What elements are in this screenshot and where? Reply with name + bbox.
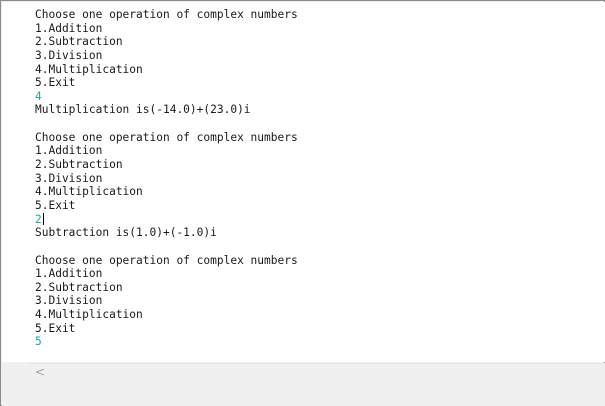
user-input: 5 — [35, 335, 42, 349]
menu-title: Choose one operation of complex numbers — [35, 8, 298, 21]
option-multiplication: 4.Multiplication — [35, 62, 143, 76]
window-bottom-panel — [2, 381, 605, 406]
user-input-row: 2 — [35, 212, 298, 227]
user-input: 4 — [35, 89, 42, 103]
option-subtraction: 2.Subtraction — [35, 280, 123, 294]
user-input: 2 — [35, 212, 42, 226]
result-line: Subtraction is(1.0)+(-1.0)i — [35, 226, 217, 240]
option-addition: 1.Addition — [35, 21, 103, 35]
console-output-area[interactable]: Choose one operation of complex numbers 1… — [30, 2, 605, 362]
option-exit: 5.Exit — [35, 321, 76, 335]
menu-title: Choose one operation of complex numbers — [35, 253, 298, 267]
option-exit: 5.Exit — [35, 76, 76, 90]
option-exit: 5.Exit — [35, 198, 76, 212]
option-subtraction: 2.Subtraction — [35, 35, 123, 49]
option-subtraction: 2.Subtraction — [35, 158, 123, 172]
console-window: Choose one operation of complex numbers 1… — [0, 0, 605, 406]
text-caret — [42, 212, 44, 225]
option-multiplication: 4.Multiplication — [35, 308, 143, 322]
option-division: 3.Division — [35, 294, 103, 308]
horizontal-scrollbar[interactable]: < — [30, 363, 605, 381]
option-addition: 1.Addition — [35, 144, 103, 158]
option-multiplication: 4.Multiplication — [35, 185, 143, 199]
option-division: 3.Division — [35, 171, 103, 185]
option-division: 3.Division — [35, 48, 103, 62]
result-line: Multiplication is(-14.0)+(23.0)i — [35, 103, 251, 117]
console-gutter — [2, 2, 31, 362]
option-addition: 1.Addition — [35, 267, 103, 281]
console-output: Choose one operation of complex numbers 1… — [35, 8, 298, 349]
chevron-left-icon[interactable]: < — [33, 364, 47, 381]
menu-title: Choose one operation of complex numbers — [35, 130, 298, 144]
